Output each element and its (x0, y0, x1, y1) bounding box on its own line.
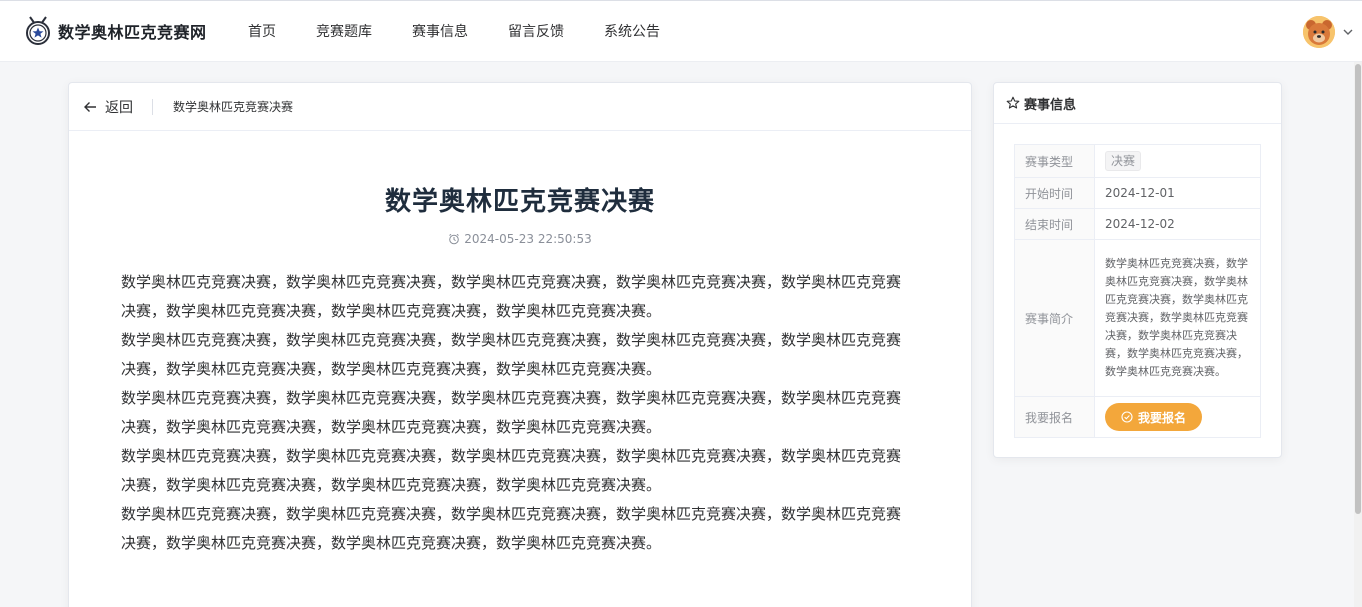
article-paragraph: 数学奥林匹克竞赛决赛，数学奥林匹克竞赛决赛，数学奥林匹克竞赛决赛，数学奥林匹克竞… (121, 389, 902, 436)
page-header-content: 数学奥林匹克竞赛决赛 (173, 100, 294, 114)
side-card-header: 赛事信息 (994, 83, 1281, 124)
desc-label: 我要报名 (1014, 396, 1095, 438)
article-card: 返回 数学奥林匹克竞赛决赛 数学奥林匹克竞赛决赛 2024-05-23 22:5… (68, 82, 972, 607)
site-title: 数学奥林匹克竞赛网 (58, 23, 207, 42)
desc-row-intro: 赛事简介 数学奥林匹克竞赛决赛，数学奥林匹克竞赛决赛，数学奥林匹克竞赛决赛，数学… (1014, 239, 1261, 397)
bear-avatar-icon (1303, 16, 1335, 48)
user-avatar[interactable] (1303, 16, 1335, 48)
back-button[interactable]: 返回 (83, 97, 133, 117)
competition-type-tag: 决赛 (1105, 151, 1142, 171)
scrollbar-thumb[interactable] (1355, 64, 1361, 514)
desc-value: 决赛 (1094, 144, 1261, 178)
page-header-divider (152, 98, 153, 115)
desc-value: 数学奥林匹克竞赛决赛，数学奥林匹克竞赛决赛，数学奥林匹克竞赛决赛，数学奥林匹克竞… (1094, 239, 1261, 397)
desc-label: 赛事简介 (1014, 239, 1095, 397)
nav-item-question-bank[interactable]: 竞赛题库 (316, 1, 372, 63)
nav-item-feedback[interactable]: 留言反馈 (508, 1, 564, 63)
medal-logo-icon (26, 16, 50, 45)
arrow-left-icon (84, 101, 96, 112)
back-label: 返回 (105, 99, 133, 116)
article-content: 数学奥林匹克竞赛决赛，数学奥林匹克竞赛决赛，数学奥林匹克竞赛决赛，数学奥林匹克竞… (121, 268, 911, 558)
desc-label: 开始时间 (1014, 177, 1095, 209)
signup-button[interactable]: 我要报名 (1105, 403, 1203, 431)
top-navbar: 数学奥林匹克竞赛网 首页 竞赛题库 赛事信息 留言反馈 系统公告 (0, 0, 1362, 62)
start-date-value: 2024-12-01 (1094, 177, 1261, 209)
desc-row-signup: 我要报名 我要报名 (1014, 396, 1261, 438)
desc-row-end: 结束时间 2024-12-02 (1014, 208, 1261, 240)
competition-descriptions: 赛事类型 决赛 开始时间 2024-12-01 结束时间 2024-12-02 … (1014, 144, 1261, 438)
desc-label: 赛事类型 (1014, 144, 1095, 178)
article-paragraph: 数学奥林匹克竞赛决赛，数学奥林匹克竞赛决赛，数学奥林匹克竞赛决赛，数学奥林匹克竞… (121, 447, 902, 494)
chevron-down-icon[interactable] (1341, 25, 1355, 39)
desc-value: 我要报名 (1094, 396, 1261, 438)
nav-item-announcements[interactable]: 系统公告 (604, 1, 660, 63)
article-datetime: 2024-05-23 22:50:53 (464, 232, 592, 246)
desc-label: 结束时间 (1014, 208, 1095, 240)
star-icon (1006, 96, 1020, 109)
end-date-value: 2024-12-02 (1094, 208, 1261, 240)
desc-row-type: 赛事类型 决赛 (1014, 144, 1261, 178)
article-paragraph: 数学奥林匹克竞赛决赛，数学奥林匹克竞赛决赛，数学奥林匹克竞赛决赛，数学奥林匹克竞… (121, 331, 902, 378)
alarm-clock-icon (449, 233, 460, 245)
brand[interactable]: 数学奥林匹克竞赛网 (24, 15, 207, 47)
nav-item-competition-info[interactable]: 赛事信息 (412, 1, 468, 63)
article-paragraph: 数学奥林匹克竞赛决赛，数学奥林匹克竞赛决赛，数学奥林匹克竞赛决赛，数学奥林匹克竞… (121, 273, 902, 320)
competition-intro: 数学奥林匹克竞赛决赛，数学奥林匹克竞赛决赛，数学奥林匹克竞赛决赛，数学奥林匹克竞… (1105, 257, 1248, 378)
nav-item-home[interactable]: 首页 (248, 1, 276, 63)
article-meta: 2024-05-23 22:50:53 (69, 232, 971, 246)
article-paragraph: 数学奥林匹克竞赛决赛，数学奥林匹克竞赛决赛，数学奥林匹克竞赛决赛，数学奥林匹克竞… (121, 505, 902, 552)
signup-button-label: 我要报名 (1138, 410, 1187, 425)
main-nav: 首页 竞赛题库 赛事信息 留言反馈 系统公告 (230, 1, 700, 63)
page-header: 返回 数学奥林匹克竞赛决赛 (69, 83, 971, 131)
circle-check-icon (1121, 411, 1133, 423)
article-title: 数学奥林匹克竞赛决赛 (384, 187, 655, 217)
page-scrollbar[interactable] (1354, 62, 1362, 607)
side-card-title: 赛事信息 (1024, 97, 1077, 113)
competition-info-card: 赛事信息 赛事类型 决赛 开始时间 2024-12-01 结束时间 2024-1… (993, 82, 1282, 458)
desc-row-start: 开始时间 2024-12-01 (1014, 177, 1261, 209)
